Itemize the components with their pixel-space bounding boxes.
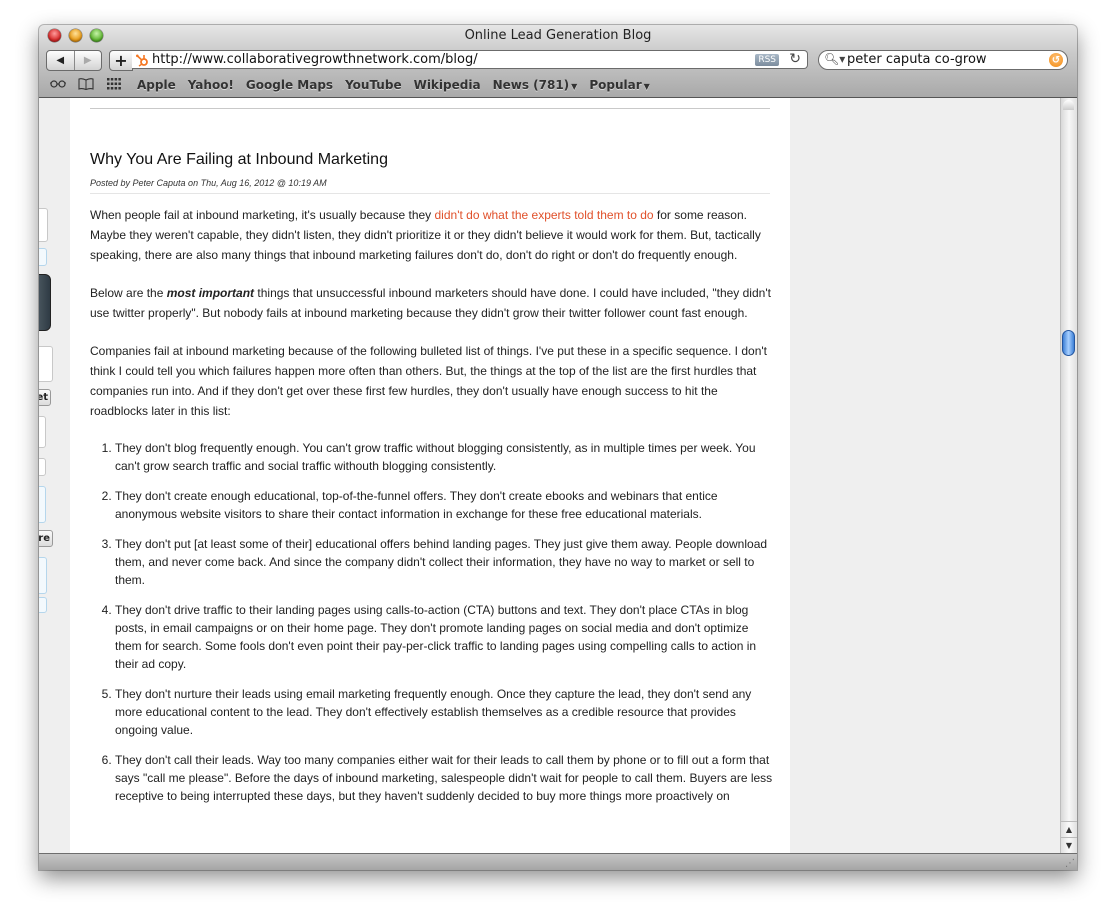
experts-link[interactable]: didn't do what the experts told them to … <box>435 208 654 222</box>
scroll-down-button[interactable]: ▼ <box>1061 837 1077 853</box>
sidebar-input-fragment[interactable] <box>39 416 46 448</box>
failure-list: They don't blog frequently enough. You c… <box>90 439 774 805</box>
sidebar-field-fragment[interactable] <box>39 597 47 613</box>
list-item: They don't drive traffic to their landin… <box>115 601 774 673</box>
blog-post-column: Why You Are Failing at Inbound Marketing… <box>70 98 790 853</box>
address-bar[interactable]: http://www.collaborativegrowthnetwork.co… <box>132 50 808 69</box>
page-viewport: et re Why You Are Failing at Inbound Mar… <box>39 98 1061 853</box>
chevron-down-icon: ▼ <box>571 82 578 91</box>
forward-button[interactable]: ▶ <box>75 51 102 70</box>
divider <box>90 193 770 194</box>
text: Below are the <box>90 286 167 300</box>
search-field[interactable]: 🔍︎▾ peter caputa co-grow ↺ <box>818 50 1068 70</box>
post-meta: Posted by Peter Caputa on Thu, Aug 16, 2… <box>90 178 327 188</box>
bookmark-apple[interactable]: Apple <box>137 78 176 92</box>
reading-list-icon[interactable] <box>49 78 67 92</box>
search-icon[interactable]: 🔍︎▾ <box>824 52 845 66</box>
list-item: They don't blog frequently enough. You c… <box>115 439 774 475</box>
sidebar-input-fragment[interactable] <box>39 208 48 242</box>
status-bar: ⋰ <box>39 853 1077 870</box>
list-item: They don't call their leads. Way too man… <box>115 751 774 805</box>
bookmarks-book-icon[interactable] <box>77 77 95 93</box>
chevron-down-icon: ▼ <box>643 82 650 91</box>
search-input[interactable]: peter caputa co-grow <box>847 52 987 67</box>
back-forward-group: ◀ ▶ <box>46 50 102 71</box>
sidebar-field-fragment[interactable] <box>39 557 47 594</box>
bookmark-wikipedia[interactable]: Wikipedia <box>414 78 481 92</box>
list-item: They don't create enough educational, to… <box>115 487 774 523</box>
paragraph: When people fail at inbound marketing, i… <box>90 205 774 265</box>
sidebar-input-fragment[interactable] <box>39 458 46 476</box>
bookmark-popular-label: Popular <box>589 78 642 92</box>
scroll-thumb[interactable] <box>1062 330 1075 356</box>
back-button[interactable]: ◀ <box>47 51 75 70</box>
title-bar: Online Lead Generation Blog <box>39 25 1077 47</box>
reload-icon[interactable]: ↻ <box>789 51 801 67</box>
sidebar-button-fragment[interactable]: et <box>39 389 51 406</box>
vertical-scrollbar[interactable]: ▲ ▼ <box>1060 98 1077 853</box>
rss-button[interactable]: RSS <box>755 54 779 66</box>
window-title: Online Lead Generation Blog <box>464 28 652 43</box>
post-body: When people fail at inbound marketing, i… <box>90 205 774 817</box>
sidebar-button-fragment[interactable]: re <box>39 530 53 547</box>
left-sidebar-cutoff: et re <box>39 98 70 853</box>
sidebar-input-fragment[interactable] <box>39 346 53 382</box>
snapback-icon[interactable]: ↺ <box>1049 53 1063 67</box>
paragraph: Below are the most important things that… <box>90 283 774 323</box>
url-text[interactable]: http://www.collaborativegrowthnetwork.co… <box>152 52 478 67</box>
browser-toolbar: Online Lead Generation Blog ◀ ▶ + http:/… <box>39 25 1077 98</box>
top-sites-grid-icon[interactable] <box>105 77 123 93</box>
scroll-up-button[interactable]: ▲ <box>1061 821 1077 837</box>
bookmark-google-maps[interactable]: Google Maps <box>246 78 333 92</box>
browser-window: Online Lead Generation Blog ◀ ▶ + http:/… <box>39 25 1077 870</box>
sidebar-field-fragment[interactable] <box>39 486 46 523</box>
emphasis-text: most important <box>166 286 255 300</box>
scroll-track-cap <box>1063 100 1074 110</box>
bookmark-yahoo[interactable]: Yahoo! <box>188 78 234 92</box>
bookmarks-bar: Apple Yahoo! Google Maps YouTube Wikiped… <box>39 75 1077 95</box>
bookmark-popular-menu[interactable]: Popular ▼ <box>589 78 649 92</box>
divider <box>90 108 770 109</box>
post-title[interactable]: Why You Are Failing at Inbound Marketing <box>90 151 388 169</box>
hubspot-favicon-icon <box>136 54 148 67</box>
add-bookmark-button[interactable]: + <box>109 50 133 71</box>
sidebar-field-fragment[interactable] <box>39 248 47 266</box>
text: When people fail at inbound marketing, i… <box>90 208 435 222</box>
list-item: They don't put [at least some of their] … <box>115 535 774 589</box>
bookmark-news-menu[interactable]: News (781) ▼ <box>493 78 578 92</box>
resize-grip-icon[interactable]: ⋰ <box>1065 858 1075 869</box>
bookmark-news-label: News (781) <box>492 78 570 92</box>
paragraph: Companies fail at inbound marketing beca… <box>90 344 767 418</box>
list-item: They don't nurture their leads using ema… <box>115 685 774 739</box>
bookmark-youtube[interactable]: YouTube <box>345 78 402 92</box>
sidebar-image-fragment <box>39 274 51 331</box>
